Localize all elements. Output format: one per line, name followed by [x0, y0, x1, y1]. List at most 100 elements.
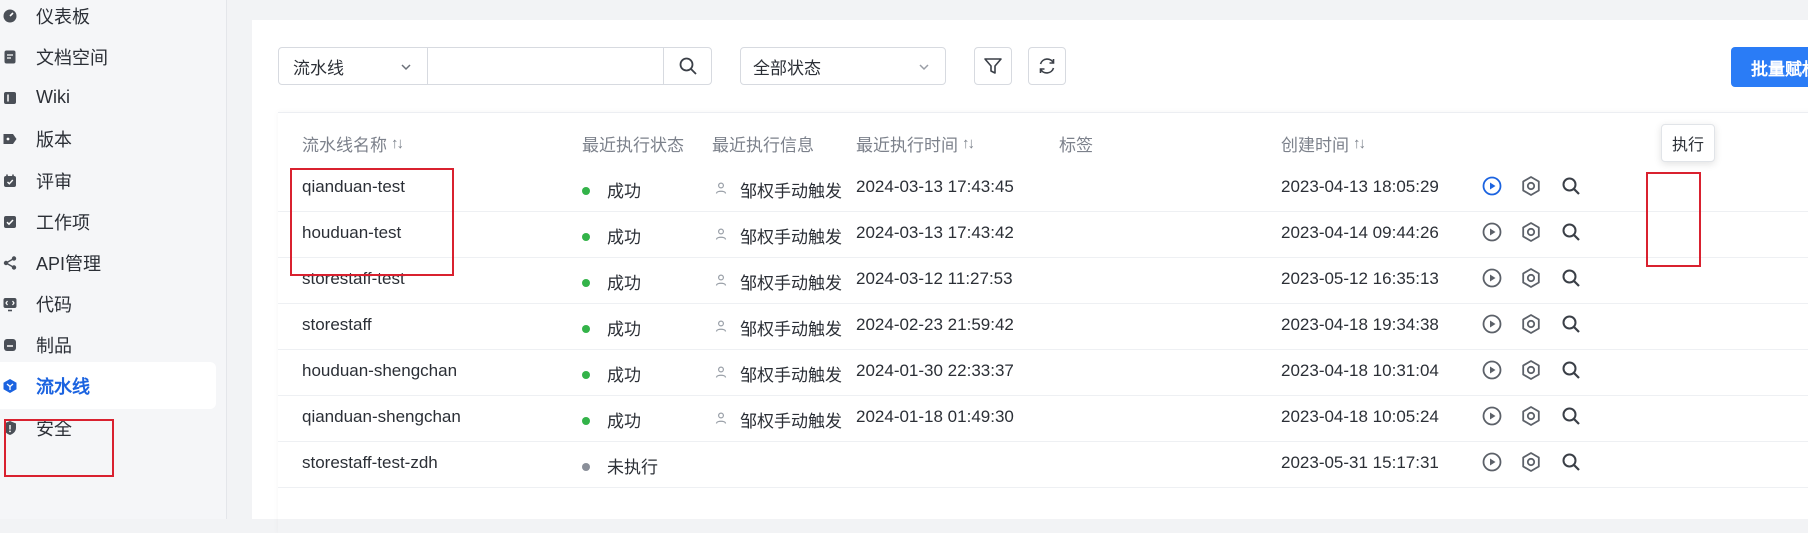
pipeline-name-link[interactable]: storestaff-test-zdh: [302, 453, 438, 473]
review-icon: [2, 173, 18, 189]
table-row[interactable]: storestaff-test-zdh 未执行 2023-05-31 15:17:3…: [278, 441, 1808, 488]
settings-button[interactable]: [1518, 175, 1544, 201]
column-header-tags: 标签: [1059, 136, 1093, 155]
pipeline-name-link[interactable]: houduan-shengchan: [302, 361, 457, 381]
settings-button[interactable]: [1518, 451, 1544, 477]
settings-button[interactable]: [1518, 221, 1544, 247]
column-header-name[interactable]: 流水线名称 ↑↓: [302, 131, 404, 156]
pipeline-icon: [2, 378, 18, 394]
trigger-info: 邹权手动触发: [714, 177, 842, 202]
sidebar-item-label: Wiki: [36, 87, 70, 107]
sort-icon: ↑↓: [391, 135, 404, 152]
status-dot: [582, 278, 590, 287]
trigger-info: 邹权手动触发: [714, 315, 842, 340]
user-icon: [714, 226, 728, 246]
refresh-button[interactable]: [1028, 47, 1066, 85]
search-icon: [1560, 359, 1582, 386]
created-time: 2023-05-12 16:35:13: [1281, 269, 1439, 288]
search-icon: [1560, 405, 1582, 432]
view-button[interactable]: [1558, 405, 1584, 431]
status-filter-value: 全部状态: [753, 58, 821, 78]
pipeline-name-link[interactable]: qianduan-shengchan: [302, 407, 461, 427]
settings-button[interactable]: [1518, 313, 1544, 339]
status-text: 成功: [607, 320, 641, 339]
view-button[interactable]: [1558, 175, 1584, 201]
status-dot: [582, 186, 590, 195]
view-button[interactable]: [1558, 221, 1584, 247]
run-button[interactable]: [1479, 267, 1505, 293]
sidebar-item-package[interactable]: 制品: [0, 321, 216, 368]
sidebar-item-label: API管理: [36, 253, 102, 274]
view-button[interactable]: [1558, 267, 1584, 293]
sidebar-item-label: 版本: [36, 129, 72, 150]
sidebar-item-pipeline[interactable]: 流水线: [0, 362, 216, 409]
sidebar-item-checklist[interactable]: 工作项: [0, 198, 216, 245]
user-icon: [714, 364, 728, 384]
run-button[interactable]: [1479, 175, 1505, 201]
play-icon: [1481, 405, 1503, 432]
document-icon: [2, 49, 18, 65]
settings-button[interactable]: [1518, 267, 1544, 293]
table-row[interactable]: storestaff 成功 邹权手动触发 2024-02-23 21:59:42 202…: [278, 303, 1808, 350]
refresh-icon: [1039, 58, 1055, 74]
highlight-box: [1646, 172, 1701, 267]
search-icon: [1560, 267, 1582, 294]
run-button[interactable]: [1479, 451, 1505, 477]
play-icon: [1481, 175, 1503, 202]
user-icon: [714, 272, 728, 292]
column-header-time[interactable]: 最近执行时间 ↑↓: [856, 131, 975, 156]
view-button[interactable]: [1558, 359, 1584, 385]
table-row[interactable]: storestaff-test 成功 邹权手动触发 2024-03-12 11:27:…: [278, 257, 1808, 304]
column-header-created[interactable]: 创建时间 ↑↓: [1281, 131, 1366, 156]
search-input[interactable]: [427, 47, 664, 85]
sidebar-item-share[interactable]: API管理: [0, 239, 216, 286]
status-cell: 成功: [582, 269, 641, 294]
pipeline-name-link[interactable]: storestaff: [302, 315, 372, 335]
run-button[interactable]: [1479, 313, 1505, 339]
created-time: 2023-04-18 19:34:38: [1281, 315, 1439, 334]
status-cell: 成功: [582, 223, 641, 248]
dashboard-icon: [2, 8, 18, 24]
column-header-info: 最近执行信息: [712, 136, 814, 155]
run-button[interactable]: [1479, 405, 1505, 431]
status-dot: [582, 462, 590, 471]
filter-button[interactable]: [974, 47, 1012, 85]
sidebar-item-review[interactable]: 评审: [0, 157, 216, 204]
status-cell: 未执行: [582, 453, 658, 478]
batch-authorize-button[interactable]: 批量赋权: [1731, 47, 1808, 87]
status-dot: [582, 324, 590, 333]
gear-icon: [1520, 267, 1542, 294]
status-cell: 成功: [582, 361, 641, 386]
search-button[interactable]: [663, 47, 712, 85]
package-icon: [2, 337, 18, 353]
status-text: 成功: [607, 228, 641, 247]
sidebar-item-wiki[interactable]: Wiki: [0, 74, 216, 121]
gear-icon: [1520, 405, 1542, 432]
search-icon: [1560, 175, 1582, 202]
settings-button[interactable]: [1518, 405, 1544, 431]
run-button[interactable]: [1479, 359, 1505, 385]
sidebar-item-tag[interactable]: 版本: [0, 115, 216, 162]
pipeline-type-select[interactable]: 流水线: [278, 47, 428, 85]
sidebar-item-document[interactable]: 文档空间: [0, 33, 216, 80]
tag-icon: [2, 131, 18, 147]
table-row[interactable]: qianduan-shengchan 成功 邹权手动触发 2024-01-18 01:…: [278, 395, 1808, 442]
run-button[interactable]: [1479, 221, 1505, 247]
pipeline-type-select-value: 流水线: [293, 58, 344, 78]
table-row[interactable]: qianduan-test 成功 邹权手动触发 2024-03-13 17:43:45…: [278, 165, 1808, 212]
sidebar-item-code[interactable]: 代码: [0, 280, 216, 327]
play-icon: [1481, 221, 1503, 248]
view-button[interactable]: [1558, 451, 1584, 477]
filter-icon: [984, 58, 1002, 74]
created-time: 2023-04-14 09:44:26: [1281, 223, 1439, 242]
run-tooltip: 执行: [1661, 124, 1715, 162]
checklist-icon: [2, 214, 18, 230]
table-row[interactable]: houduan-shengchan 成功 邹权手动触发 2024-01-30 22:3…: [278, 349, 1808, 396]
status-cell: 成功: [582, 315, 641, 340]
status-cell: 成功: [582, 177, 641, 202]
status-filter-select[interactable]: 全部状态: [740, 47, 946, 85]
play-icon: [1481, 359, 1503, 386]
table-row[interactable]: houduan-test 成功 邹权手动触发 2024-03-13 17:43:42 2…: [278, 211, 1808, 258]
settings-button[interactable]: [1518, 359, 1544, 385]
view-button[interactable]: [1558, 313, 1584, 339]
